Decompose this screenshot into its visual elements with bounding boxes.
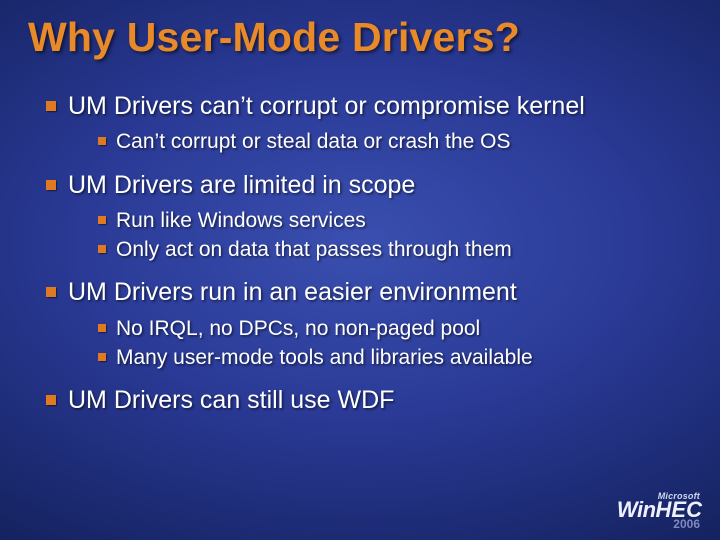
bullet-item: UM Drivers can’t corrupt or compromise k… [46,91,692,156]
sub-bullet-list: Can’t corrupt or steal data or crash the… [68,128,692,155]
bullet-text: UM Drivers can’t corrupt or compromise k… [68,92,585,120]
sub-bullet-item: Many user-mode tools and libraries avail… [98,344,692,371]
sub-bullet-item: Can’t corrupt or steal data or crash the… [98,128,692,155]
bullet-text: UM Drivers can still use WDF [68,386,394,414]
bullet-item: UM Drivers run in an easier environment … [46,277,692,371]
sub-bullet-list: Run like Windows services Only act on da… [68,207,692,264]
bullet-list: UM Drivers can’t corrupt or compromise k… [28,91,692,416]
slide: Why User-Mode Drivers? UM Drivers can’t … [0,0,720,540]
sub-bullet-item: Only act on data that passes through the… [98,236,692,263]
winhec-logo: Microsoft WinHEC 2006 [617,492,702,530]
bullet-item: UM Drivers can still use WDF [46,385,692,416]
sub-bullet-item: No IRQL, no DPCs, no non-paged pool [98,315,692,342]
sub-bullet-item: Run like Windows services [98,207,692,234]
bullet-item: UM Drivers are limited in scope Run like… [46,170,692,264]
sub-bullet-list: No IRQL, no DPCs, no non-paged pool Many… [68,315,692,372]
logo-product-prefix: Win [617,497,656,522]
bullet-text: UM Drivers run in an easier environment [68,278,517,306]
slide-title: Why User-Mode Drivers? [28,14,692,61]
bullet-text: UM Drivers are limited in scope [68,171,415,199]
